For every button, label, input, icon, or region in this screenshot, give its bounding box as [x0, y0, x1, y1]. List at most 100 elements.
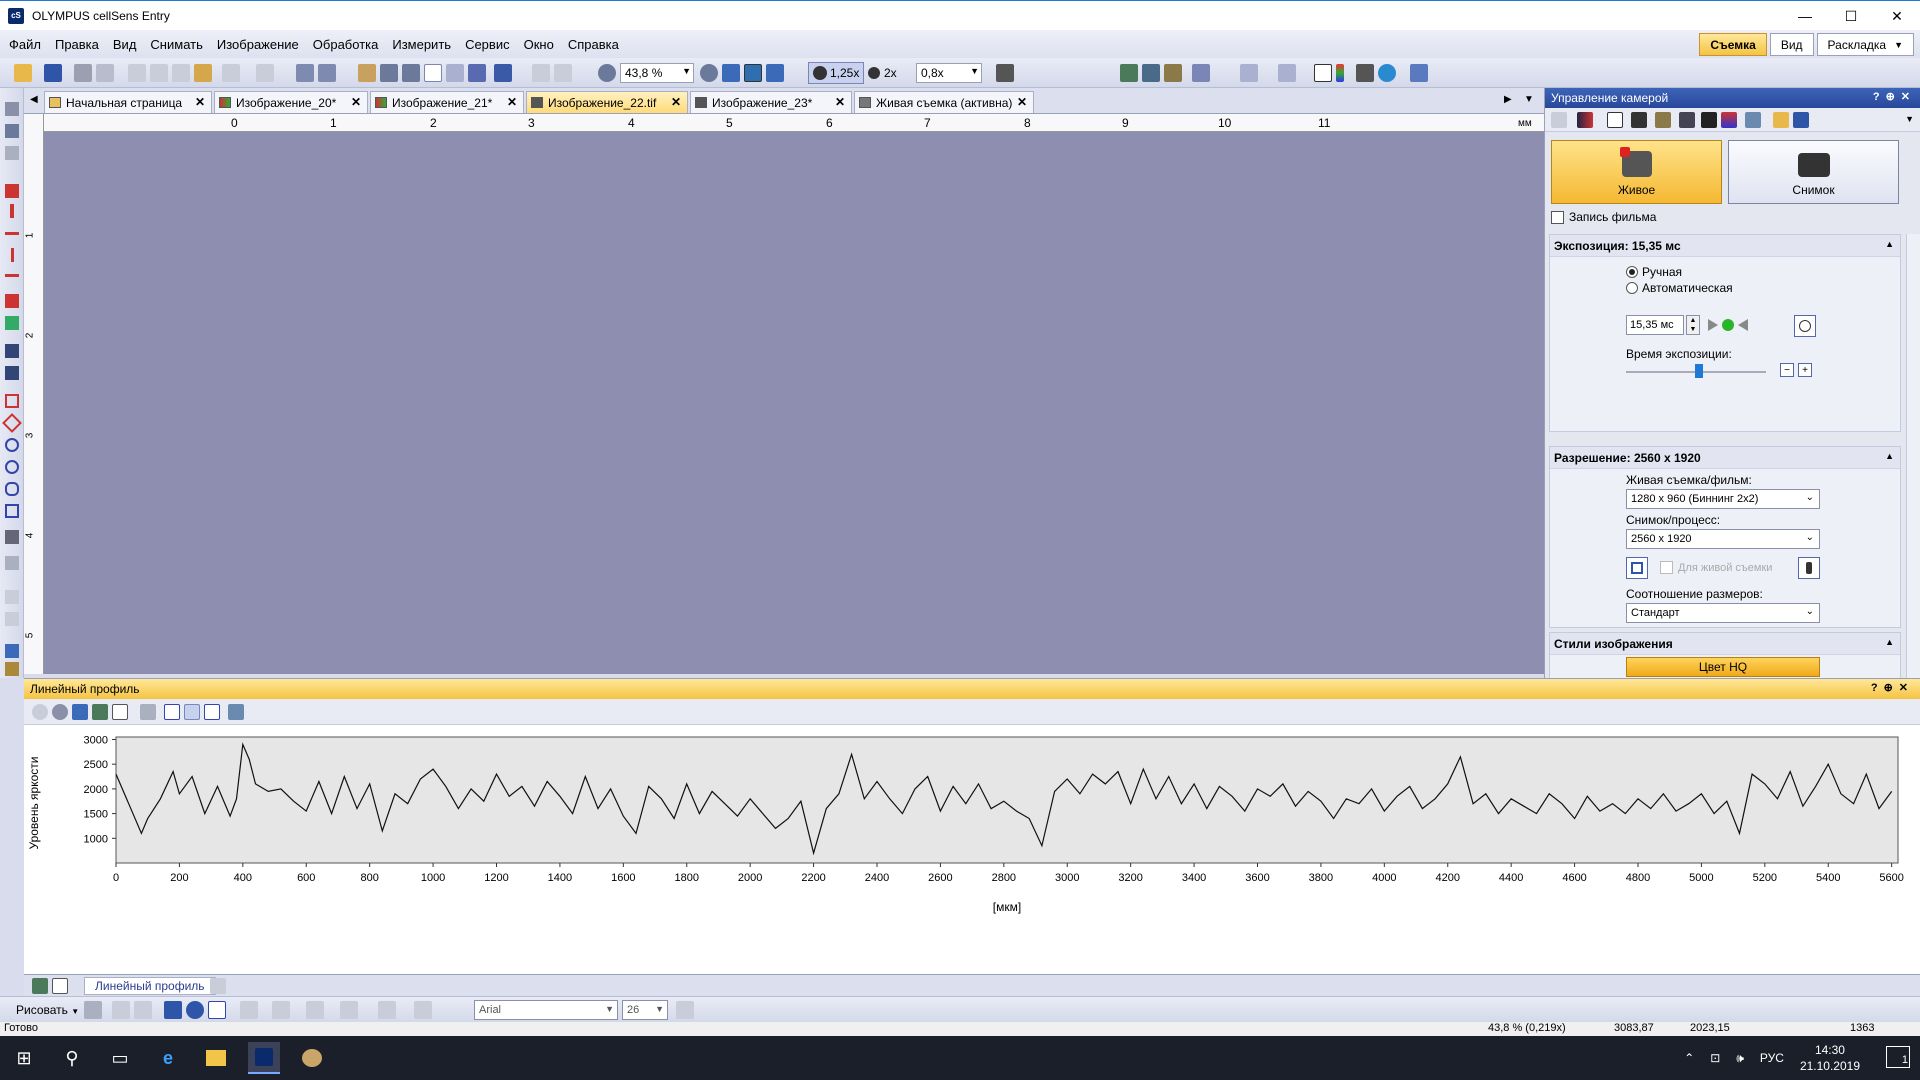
tab-image-20[interactable]: Изображение_20* ✕ — [214, 91, 368, 113]
tab-image-22[interactable]: Изображение_22.tif ✕ — [526, 91, 688, 113]
magnifier-icon[interactable] — [402, 64, 420, 82]
three-point-angle-icon[interactable] — [5, 366, 19, 380]
close-icon[interactable]: ✕ — [835, 95, 845, 109]
zoom-in-icon[interactable] — [52, 704, 68, 720]
cellsens-taskbar-icon[interactable] — [248, 1042, 280, 1074]
move-icon[interactable] — [468, 64, 486, 82]
line-color-icon[interactable] — [272, 1001, 290, 1019]
scalebar-icon[interactable] — [1314, 64, 1332, 82]
tab-image-21[interactable]: Изображение_21* ✕ — [370, 91, 524, 113]
ellipse-tool-icon[interactable] — [5, 460, 19, 474]
task-view-icon[interactable]: ▭ — [104, 1042, 136, 1074]
magic-wand-tool-icon[interactable] — [5, 530, 19, 544]
tool-a-icon[interactable] — [5, 102, 19, 116]
menu-image[interactable]: Изображение — [210, 37, 306, 52]
angle-tool-icon[interactable] — [5, 184, 19, 198]
plugin-icon[interactable] — [1410, 64, 1428, 82]
undo-icon[interactable] — [222, 64, 240, 82]
maximize-button[interactable]: ☐ — [1828, 1, 1874, 31]
overlay-icon[interactable] — [1356, 64, 1374, 82]
angle-measure-icon[interactable] — [5, 344, 19, 358]
tabs-list-dropdown[interactable]: ▼ — [1524, 94, 1534, 105]
record-movie-checkbox[interactable]: Запись фильма — [1551, 210, 1656, 224]
close-icon[interactable]: ✕ — [1017, 95, 1027, 109]
panel-scrollbar[interactable] — [1906, 234, 1920, 678]
paste-special-icon[interactable] — [194, 64, 212, 82]
ruler-icon[interactable] — [140, 704, 156, 720]
circle-tool-icon[interactable] — [5, 438, 19, 452]
folder-open-icon[interactable] — [1773, 112, 1789, 128]
menu-view[interactable]: Вид — [106, 37, 144, 52]
aspect-ratio-select[interactable]: Стандарт ⌄ — [1626, 603, 1820, 623]
horizontal-line-icon[interactable] — [184, 704, 200, 720]
styles-header[interactable]: Стили изображения ▲ — [1550, 633, 1900, 655]
snap-resolution-select[interactable]: 2560 x 1920 ⌄ — [1626, 529, 1820, 549]
point-tool-icon[interactable] — [10, 204, 14, 218]
text-tool-icon[interactable] — [208, 1001, 226, 1019]
max-icon[interactable] — [1701, 112, 1717, 128]
exposure-value-field[interactable]: 15,35 мс — [1626, 315, 1684, 335]
zoom-tool-icon[interactable] — [380, 64, 398, 82]
font-size-select[interactable]: 26 ▼ — [622, 1000, 668, 1020]
histogram-tab-icon[interactable] — [52, 978, 68, 994]
font-color-icon[interactable] — [306, 1001, 324, 1019]
live-resolution-select[interactable]: 1280 x 960 (Биннинг 2x2) ⌄ — [1626, 489, 1820, 509]
tab-image-23[interactable]: Изображение_23* ✕ — [690, 91, 852, 113]
menu-measure[interactable]: Измерить — [385, 37, 458, 52]
collapse-icon[interactable]: ▲ — [1885, 239, 1894, 249]
reject-icon[interactable] — [554, 64, 572, 82]
color-icon[interactable] — [1721, 112, 1737, 128]
screenshot-icon[interactable] — [296, 64, 314, 82]
edge-browser-icon[interactable]: e — [152, 1042, 184, 1074]
flag-icon[interactable] — [1577, 112, 1593, 128]
checkbox[interactable] — [1660, 561, 1673, 574]
camera-select-icon[interactable] — [1551, 112, 1567, 128]
fit-icon[interactable] — [72, 704, 88, 720]
window-layout-icon[interactable] — [1192, 64, 1210, 82]
save-icon[interactable] — [1793, 112, 1809, 128]
extra-tab-icon[interactable] — [210, 978, 226, 994]
tools-icon[interactable] — [318, 64, 336, 82]
collapse-icon[interactable]: ▲ — [1885, 637, 1894, 647]
export-icon[interactable] — [92, 704, 108, 720]
save-icon[interactable] — [44, 64, 62, 82]
close-icon[interactable]: ✕ — [351, 95, 361, 109]
panel-layout-2-icon[interactable] — [1278, 64, 1296, 82]
copy-icon[interactable] — [150, 64, 168, 82]
minimize-button[interactable]: — — [1782, 1, 1828, 31]
menu-process[interactable]: Обработка — [306, 37, 386, 52]
roi-crop-button[interactable] — [1626, 557, 1648, 579]
arbitrary-line-tool-icon[interactable] — [5, 316, 19, 330]
zoom-125-button[interactable]: 1,25x — [808, 62, 865, 84]
image-export-icon[interactable] — [1164, 64, 1182, 82]
redo-icon[interactable] — [256, 64, 274, 82]
play-icon[interactable] — [1708, 319, 1718, 331]
line-style-icon[interactable] — [378, 1001, 396, 1019]
image-canvas[interactable] — [44, 132, 1544, 674]
group-icon[interactable] — [112, 1001, 130, 1019]
tab-line-profile[interactable]: Линейный профиль — [84, 977, 216, 995]
paste-icon[interactable] — [172, 64, 190, 82]
draw-menu-button[interactable]: Рисовать ▼ — [16, 1003, 79, 1017]
arrow-tool-icon[interactable] — [164, 1001, 182, 1019]
tool-e-icon[interactable] — [5, 590, 19, 604]
polygon-tool-icon[interactable] — [5, 482, 19, 496]
exposure-auto-radio[interactable]: Автоматическая — [1626, 281, 1733, 295]
curve-tool-icon[interactable] — [186, 1001, 204, 1019]
close-icon[interactable]: ✕ — [195, 95, 205, 109]
line-tool-icon[interactable] — [5, 232, 19, 235]
zoom-level-field[interactable]: 43,8 % ▼ — [620, 63, 694, 83]
print-icon[interactable] — [74, 64, 92, 82]
font-family-select[interactable]: Arial ▼ — [474, 1000, 618, 1020]
text-format-icon[interactable] — [676, 1001, 694, 1019]
chevron-down-icon[interactable]: ▼ — [1905, 114, 1914, 124]
close-icon[interactable]: ✕ — [671, 95, 681, 109]
black-balance-icon[interactable] — [1631, 112, 1647, 128]
open-icon[interactable] — [14, 64, 32, 82]
language-indicator[interactable]: РУС — [1760, 1051, 1784, 1065]
checkbox[interactable] — [1551, 210, 1564, 224]
tool-g-icon[interactable] — [5, 644, 19, 658]
search-icon[interactable]: ⚲ — [56, 1042, 88, 1074]
exposure-slider-thumb[interactable] — [1694, 364, 1703, 378]
menu-help[interactable]: Справка — [561, 37, 626, 52]
